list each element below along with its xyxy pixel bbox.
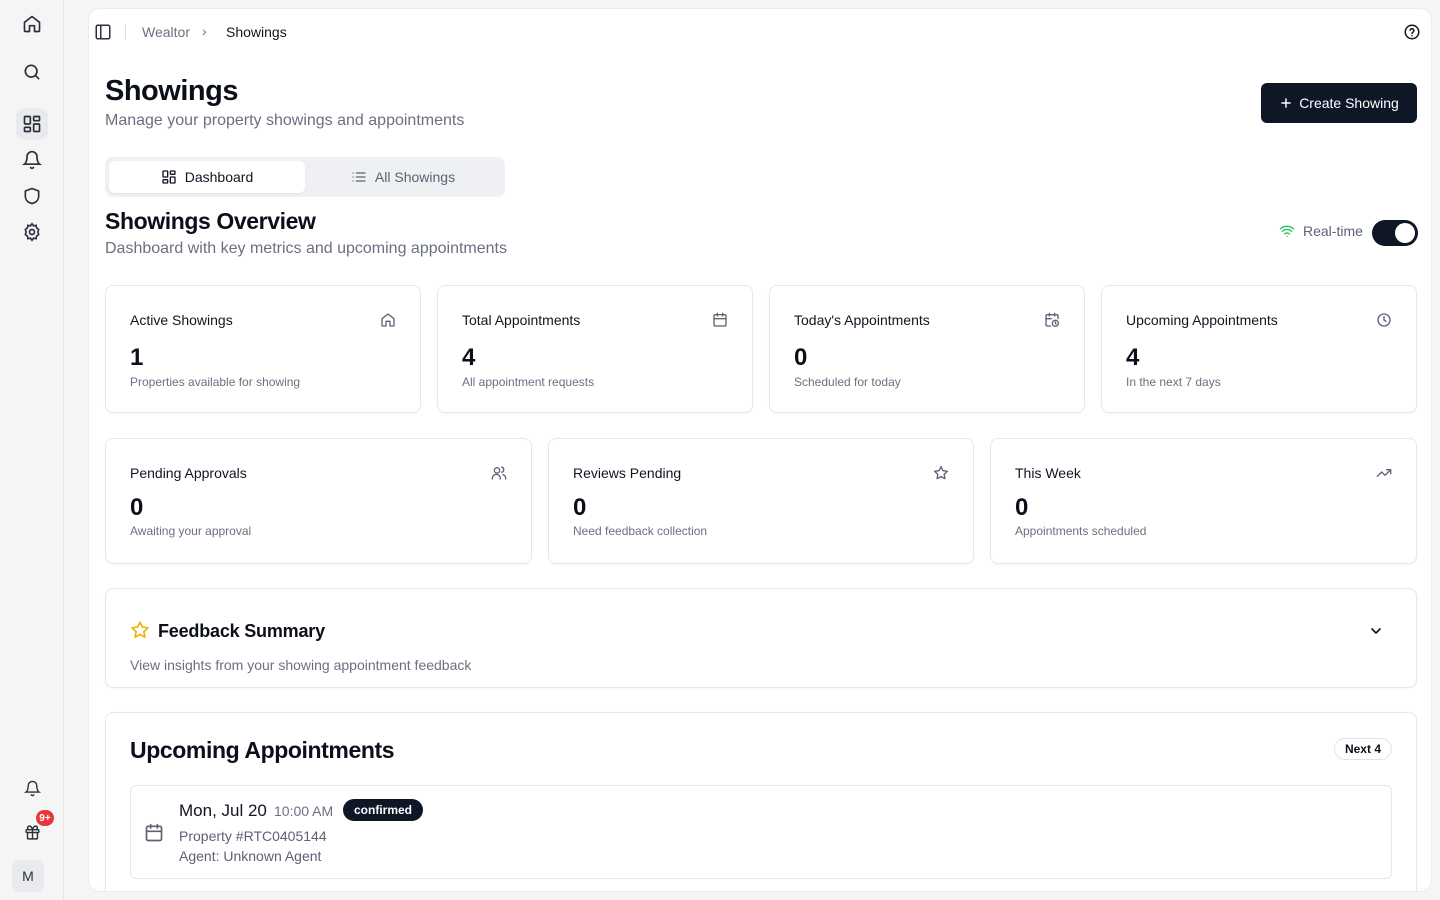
tab-dashboard[interactable]: Dashboard [109,161,305,193]
upcoming-appointments-card: Upcoming Appointments Next 4 Mon, Jul 20… [105,712,1417,892]
feedback-summary-card[interactable]: Feedback Summary View insights from your… [105,588,1417,688]
breadcrumb-root-link[interactable]: Wealtor [142,24,190,40]
metric-card-upcoming-appointments: Upcoming Appointments 4 In the next 7 da… [1101,285,1417,413]
metric-label: Total Appointments [462,312,581,328]
metric-label: This Week [1015,465,1081,481]
dashboard-icon [162,170,176,184]
metric-value: 1 [130,344,144,371]
metric-description: Scheduled for today [794,375,901,389]
gear-icon[interactable] [16,216,48,248]
clock-icon [1376,312,1392,328]
appointment-item[interactable] [130,891,1392,892]
breadcrumb-current: Showings [226,24,287,40]
wifi-icon [1279,225,1295,237]
users-icon [491,465,507,481]
app-rail: 9+ M [0,0,64,900]
metric-label: Active Showings [130,312,233,328]
realtime-label: Real-time [1303,223,1363,239]
appointment-agent: Agent: Unknown Agent [179,848,322,864]
home-icon[interactable] [16,8,48,40]
calendar-icon [144,823,164,843]
avatar[interactable]: M [12,860,44,892]
main-panel: Wealtor › Showings Showings Manage your … [88,8,1432,892]
metric-value: 4 [1126,344,1140,371]
appointment-date: Mon, Jul 20 [179,801,267,820]
appointment-property: Property #RTC0405144 [179,828,327,844]
tab-all-showings[interactable]: All Showings [305,161,501,193]
metric-value: 0 [573,494,587,521]
metric-description: Awaiting your approval [130,524,252,538]
metric-description: Need feedback collection [573,524,708,538]
realtime-toggle[interactable] [1372,220,1418,246]
metric-value: 4 [462,344,476,371]
toggle-knob [1395,223,1415,243]
search-icon[interactable] [16,56,48,88]
notifications-bell-icon[interactable] [16,772,48,804]
breadcrumb-separator: › [202,23,207,39]
metric-card-reviews-pending: Reviews Pending 0 Need feedback collecti… [548,438,974,564]
metric-label: Upcoming Appointments [1126,312,1278,328]
star-icon [130,620,150,640]
appointment-time: 10:00 AM [274,803,334,819]
metric-card-pending-approvals: Pending Approvals 0 Awaiting your approv… [105,438,532,564]
chevron-down-icon[interactable] [1368,623,1384,639]
sidebar-toggle-icon[interactable] [94,23,112,41]
feedback-description: View insights from your showing appointm… [130,657,472,673]
feedback-title: Feedback Summary [158,621,325,641]
overview-title: Showings Overview [105,208,316,234]
shield-icon[interactable] [16,180,48,212]
metric-value: 0 [794,344,808,371]
next-count-badge: Next 4 [1333,738,1392,760]
metric-description: In the next 7 days [1126,375,1221,389]
realtime-indicator: Real-time [1279,223,1363,239]
page-subtitle: Manage your property showings and appoin… [105,112,465,129]
home-icon [380,312,396,328]
status-badge: confirmed [343,799,424,821]
bell-icon[interactable] [16,144,48,176]
metric-card-active-showings: Active Showings 1 Properties available f… [105,285,421,413]
plus-icon [1281,98,1291,108]
calendar-icon [712,312,728,328]
list-icon [352,172,366,182]
page-title: Showings [105,75,238,107]
metric-card-todays-appointments: Today's Appointments 0 Scheduled for tod… [769,285,1085,413]
metric-label: Reviews Pending [573,465,682,481]
upcoming-title: Upcoming Appointments [130,737,395,763]
metric-label: Pending Approvals [130,465,247,481]
metric-card-this-week: This Week 0 Appointments scheduled [990,438,1417,564]
metric-value: 0 [130,494,144,521]
trending-up-icon [1376,465,1392,481]
metric-description: All appointment requests [462,375,595,389]
tab-dashboard-label: Dashboard [184,169,254,185]
calendar-clock-icon [1044,312,1060,328]
create-showing-button[interactable]: Create Showing [1261,83,1417,123]
dashboard-icon[interactable] [16,108,48,140]
view-tabs: Dashboard All Showings [105,157,505,197]
overview-subtitle: Dashboard with key metrics and upcoming … [105,240,507,257]
metric-label: Today's Appointments [794,312,930,328]
topbar-divider [125,24,126,40]
star-icon [933,465,949,481]
metric-description: Properties available for showing [130,375,301,389]
create-showing-label: Create Showing [1299,95,1399,111]
appointment-item[interactable]: Mon, Jul 20 10:00 AM confirmed Property … [130,785,1392,879]
help-icon[interactable] [1403,23,1421,41]
metric-value: 0 [1015,494,1029,521]
topbar: Wealtor › Showings [89,9,1431,57]
tab-all-showings-label: All Showings [374,169,456,185]
metric-card-total-appointments: Total Appointments 4 All appointment req… [437,285,753,413]
notification-count-badge: 9+ [34,808,56,828]
metric-description: Appointments scheduled [1015,524,1147,538]
